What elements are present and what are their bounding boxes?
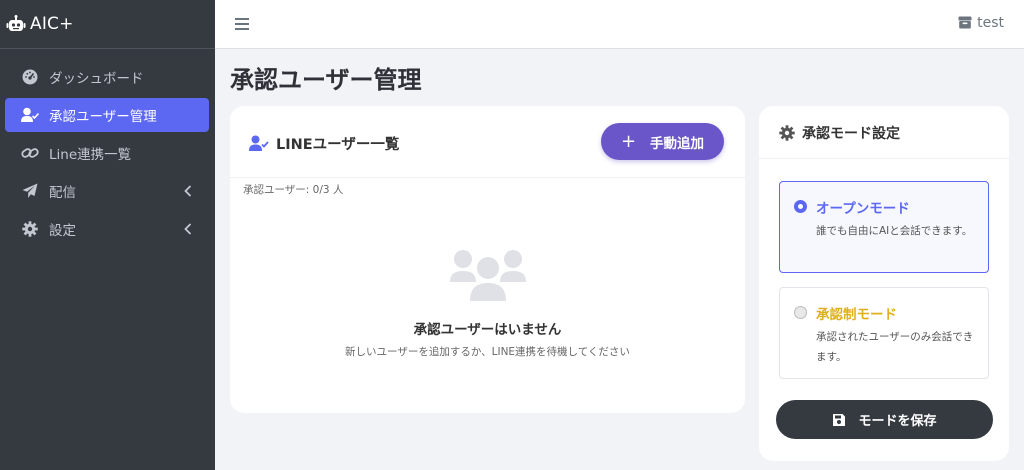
sidebar-item-label: 承認ユーザー管理 xyxy=(49,109,157,125)
card-title-text: LINEユーザー一覧 xyxy=(276,137,400,153)
mode-label: 承認制モード xyxy=(816,307,897,323)
gear-icon xyxy=(779,125,795,141)
topbar: test xyxy=(215,0,1024,49)
radio-unselected[interactable] xyxy=(794,306,807,319)
empty-state-title: 承認ユーザーはいません xyxy=(413,322,562,338)
inbox-icon xyxy=(958,16,972,30)
hamburger-icon[interactable] xyxy=(235,16,249,32)
tachometer-icon xyxy=(21,68,39,86)
user-name: test xyxy=(977,15,1004,31)
mode-description: 誰でも自由にAIと会話できます。 xyxy=(816,225,973,237)
card-title-text: 承認モード設定 xyxy=(802,126,900,142)
manual-add-button[interactable]: + 手動追加 xyxy=(601,123,724,160)
approval-mode-option[interactable]: 承認制モード 承認されたユーザーのみ会話できます。 xyxy=(779,287,989,379)
mode-label: オープンモード xyxy=(816,201,910,217)
approval-mode-card: 承認モード設定 オープンモード 誰でも自由にAIと会話できます。 承認制モード … xyxy=(759,106,1009,461)
manual-add-label: 手動追加 xyxy=(650,135,705,152)
sidebar-item-dashboard[interactable]: ダッシュボード xyxy=(5,60,209,94)
empty-state-subtitle: 新しいユーザーを追加するか、LINE連携を待機してください xyxy=(345,346,630,358)
user-menu[interactable]: test xyxy=(958,15,1004,31)
robot-icon xyxy=(6,14,26,34)
chevron-left-icon xyxy=(181,222,195,236)
brand-name: AIC+ xyxy=(30,14,74,34)
sidebar-item-line-links[interactable]: Line連携一覧 xyxy=(5,136,209,170)
card-header: 承認モード設定 xyxy=(759,106,1009,159)
sidebar-item-label: ダッシュボード xyxy=(49,71,144,87)
sidebar-nav: ダッシュボード 承認ユーザー管理 Line連携一覧 配信 設定 xyxy=(0,49,215,246)
sidebar: AIC+ ダッシュボード 承認ユーザー管理 Line連携一覧 配信 設定 xyxy=(0,0,215,470)
user-check-icon xyxy=(21,106,39,124)
card-title: 承認モード設定 xyxy=(779,123,900,143)
mode-description: 承認されたユーザーのみ会話できます。 xyxy=(816,331,974,363)
sidebar-item-approved-users[interactable]: 承認ユーザー管理 xyxy=(5,98,209,132)
sidebar-item-broadcast[interactable]: 配信 xyxy=(5,174,209,208)
brand[interactable]: AIC+ xyxy=(0,0,215,49)
users-group-icon xyxy=(448,244,528,306)
line-users-card: LINEユーザー一覧 + 手動追加 承認ユーザー: 0/3 人 承認ユーザーはい… xyxy=(230,106,745,413)
link-icon xyxy=(21,144,39,162)
sidebar-item-label: 配信 xyxy=(49,185,76,201)
chevron-left-icon xyxy=(181,184,195,198)
open-mode-option[interactable]: オープンモード 誰でも自由にAIと会話できます。 xyxy=(779,181,989,273)
save-mode-button[interactable]: モードを保存 xyxy=(776,400,993,439)
save-icon xyxy=(832,413,846,427)
sidebar-item-label: Line連携一覧 xyxy=(49,147,132,163)
save-mode-label: モードを保存 xyxy=(858,414,937,429)
user-check-icon xyxy=(249,135,269,153)
approved-user-count: 承認ユーザー: 0/3 人 xyxy=(243,184,344,196)
plus-icon: + xyxy=(620,130,637,152)
page-title: 承認ユーザー管理 xyxy=(230,66,422,94)
paper-plane-icon xyxy=(21,182,39,200)
card-header: LINEユーザー一覧 + 手動追加 xyxy=(230,106,745,178)
sidebar-item-label: 設定 xyxy=(49,223,76,239)
gear-icon xyxy=(21,220,39,238)
card-title: LINEユーザー一覧 xyxy=(249,133,399,154)
sidebar-item-settings[interactable]: 設定 xyxy=(5,212,209,246)
radio-selected[interactable] xyxy=(794,200,807,213)
